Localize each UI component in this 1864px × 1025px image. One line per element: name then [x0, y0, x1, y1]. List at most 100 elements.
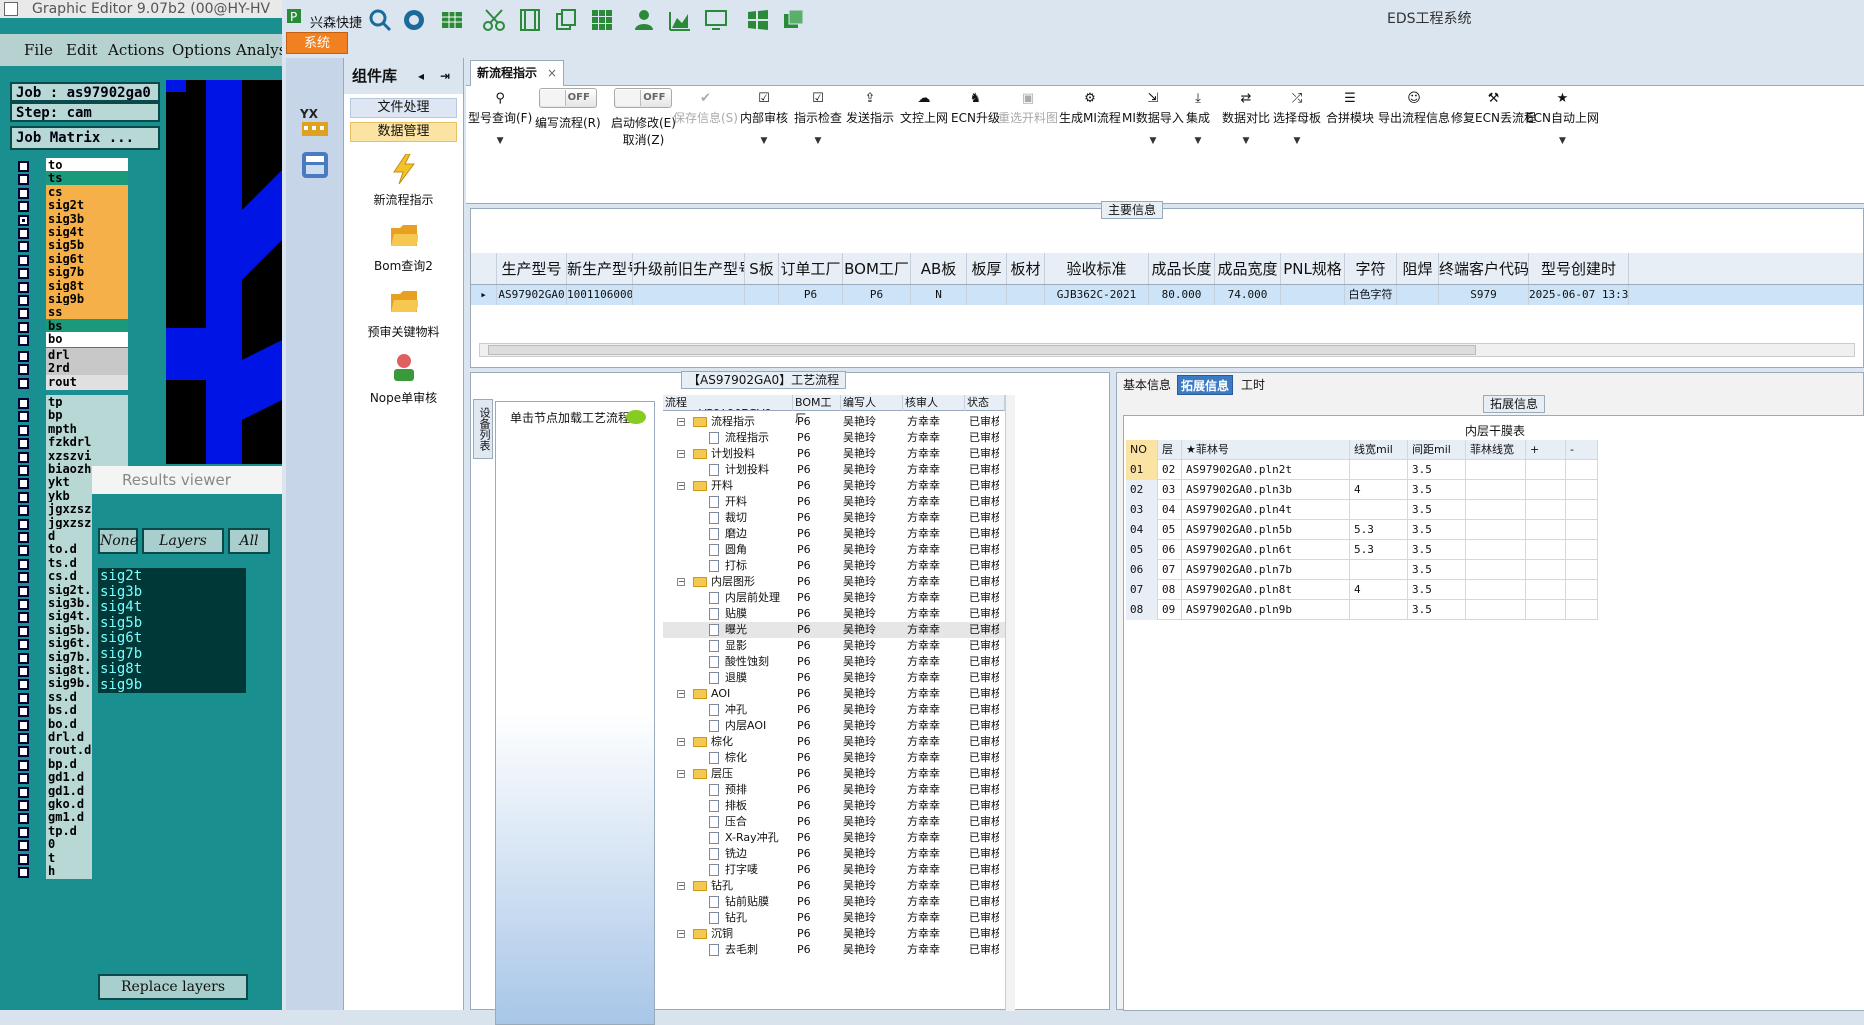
grid-cell[interactable]: 04 [1158, 500, 1182, 520]
layer-checkbox[interactable] [18, 800, 29, 811]
calculator-icon[interactable] [300, 150, 330, 180]
grid-column-header[interactable]: 间距mil [1408, 440, 1466, 460]
layer-checkbox[interactable] [18, 572, 29, 584]
close-icon[interactable]: × [547, 61, 557, 85]
grid-cell[interactable] [1526, 480, 1566, 500]
tree-row[interactable]: − 计划投料 P6 吴艳玲 方幸幸 已审核 [663, 446, 1005, 462]
grid-cell[interactable] [1466, 520, 1526, 540]
toggle-switch[interactable]: OFF [614, 88, 673, 108]
toggle-switch[interactable]: OFF [538, 88, 597, 108]
grid-cell[interactable] [1566, 500, 1598, 520]
grid-cell[interactable] [1350, 560, 1408, 580]
tree-row[interactable]: 贴膜 P6 吴艳玲 方幸幸 已审核 [663, 606, 1005, 622]
tab-basic-info[interactable]: 基本信息 [1121, 375, 1173, 395]
column-header[interactable]: 生产型号 [497, 253, 567, 284]
layer-checkbox[interactable] [18, 295, 29, 306]
layer-checkbox[interactable] [18, 438, 29, 450]
horizontal-scrollbar[interactable] [479, 343, 1855, 357]
chevron-down-icon[interactable]: ▼ [468, 136, 532, 146]
result-layer-item[interactable]: sig6t [98, 630, 246, 646]
tab-extended-info[interactable]: 拓展信息 [1177, 375, 1233, 395]
layer-checkbox[interactable] [18, 612, 29, 624]
new-flow-item[interactable]: 新流程指示 [344, 153, 463, 208]
film-icon[interactable] [518, 8, 542, 32]
grid-cell[interactable] [1526, 500, 1566, 520]
grid-column-header[interactable]: + [1526, 440, 1566, 460]
tree-row[interactable]: 裁切 P6 吴艳玲 方幸幸 已审核 [663, 510, 1005, 526]
tree-row[interactable]: 开料 P6 吴艳玲 方幸幸 已审核 [663, 494, 1005, 510]
windows-icon[interactable] [746, 8, 770, 32]
layer-checkbox[interactable] [18, 228, 29, 239]
grid-cell[interactable]: 05 [1126, 540, 1158, 560]
ribbon-button[interactable]: ✔ 保存信息(S) [673, 92, 738, 126]
layer-checkbox[interactable] [18, 585, 29, 597]
tree-row[interactable]: − 沉铜 P6 吴艳玲 方幸幸 已审核 [663, 926, 1005, 942]
grid-cell[interactable]: 08 [1126, 600, 1158, 620]
layer-checkbox[interactable] [18, 545, 29, 557]
layer-checkbox[interactable] [18, 719, 29, 731]
layer-checkbox[interactable] [18, 532, 29, 543]
layer-checkbox[interactable] [18, 840, 29, 852]
grid-cell[interactable]: 5.3 [1350, 520, 1408, 540]
grid-cell[interactable]: 3.5 [1408, 460, 1466, 480]
ribbon-button[interactable]: ☰ 合拼模块 [1326, 92, 1374, 126]
tree-row[interactable]: − AOI P6 吴艳玲 方幸幸 已审核 [663, 686, 1005, 702]
grid-cell[interactable]: 06 [1126, 560, 1158, 580]
grid-cell[interactable]: 3.5 [1408, 520, 1466, 540]
column-header[interactable]: PNL规格 [1281, 253, 1345, 284]
layer-checkbox[interactable] [18, 853, 29, 865]
menu-actions[interactable]: Actions [108, 41, 164, 59]
tree-row[interactable]: 酸性蚀刻 P6 吴艳玲 方幸幸 已审核 [663, 654, 1005, 670]
layer-checkbox[interactable] [18, 786, 29, 798]
column-header[interactable]: S板 [745, 253, 779, 284]
column-header[interactable]: 字符 [1345, 253, 1397, 284]
expand-icon[interactable]: − [677, 770, 685, 778]
tree-row[interactable]: 去毛刺 P6 吴艳玲 方幸幸 已审核 [663, 942, 1005, 958]
layer-row[interactable]: bo [14, 332, 132, 348]
ribbon-button[interactable]: OFF 启动修改(E) 取消(Z) [611, 88, 676, 148]
layer-checkbox[interactable] [18, 625, 29, 637]
grid-cell[interactable] [1350, 460, 1408, 480]
grid-cell[interactable]: 04 [1126, 520, 1158, 540]
ribbon-button[interactable]: ⤮ 选择母板 ▼ [1273, 92, 1321, 147]
layer-checkbox[interactable] [18, 652, 29, 664]
grid-cell[interactable] [1350, 600, 1408, 620]
layer-checkbox[interactable] [18, 335, 29, 347]
tree-row[interactable]: 计划投料 P6 吴艳玲 方幸幸 已审核 [663, 462, 1005, 478]
tree-row[interactable]: 退膜 P6 吴艳玲 方幸幸 已审核 [663, 670, 1005, 686]
column-header[interactable]: 验收标准 [1045, 253, 1149, 284]
tree-row[interactable]: 打字唛 P6 吴艳玲 方幸幸 已审核 [663, 862, 1005, 878]
equipment-tab[interactable]: 设备列表 [473, 399, 493, 459]
grid-row[interactable]: 01 02 AS97902GA0.pln2t 3.5 [1126, 460, 1598, 480]
layer-checkbox[interactable] [18, 214, 29, 226]
grid-cell[interactable] [1466, 500, 1526, 520]
tree-row[interactable]: 压合 P6 吴艳玲 方幸幸 已审核 [663, 814, 1005, 830]
result-layer-item[interactable]: sig4t [98, 599, 246, 615]
grid-row[interactable]: 03 04 AS97902GA0.pln4t 3.5 [1126, 500, 1598, 520]
grid-cell[interactable]: 03 [1158, 480, 1182, 500]
data-management-button[interactable]: 数据管理 [350, 122, 457, 142]
grid-cell[interactable] [1526, 580, 1566, 600]
table-cell[interactable]: 2025-06-07 13:34:09 [1529, 285, 1629, 305]
layer-checkbox[interactable] [18, 451, 29, 463]
grid-column-header[interactable]: 线宽mil [1350, 440, 1408, 460]
grid-cell[interactable] [1466, 600, 1526, 620]
grid-cell[interactable] [1526, 460, 1566, 480]
layer-checkbox[interactable] [18, 161, 29, 172]
tree-row[interactable]: 排板 P6 吴艳玲 方幸幸 已审核 [663, 798, 1005, 814]
table-cell[interactable]: 10011060006582 [567, 285, 633, 305]
column-header[interactable]: 阻焊 [1397, 253, 1439, 284]
grid-cell[interactable] [1466, 540, 1526, 560]
grid-cell[interactable]: AS97902GA0.pln7b [1182, 560, 1350, 580]
menu-edit[interactable]: Edit [66, 41, 97, 59]
layer-checkbox[interactable] [18, 254, 29, 266]
layer-checkbox[interactable] [18, 639, 29, 651]
ribbon-button[interactable]: ⚲ 型号查询(F) ▼ [468, 92, 532, 147]
tree-row[interactable]: 棕化 P6 吴艳玲 方幸幸 已审核 [663, 750, 1005, 766]
grid-cell[interactable]: 06 [1158, 540, 1182, 560]
grid-cell[interactable]: 01 [1126, 460, 1158, 480]
ribbon-button[interactable]: ⇪ 发送指示 [846, 92, 894, 126]
all-button[interactable]: All [228, 528, 270, 554]
factory-icon[interactable]: YX [300, 106, 330, 138]
grid-cell[interactable]: 5.3 [1350, 540, 1408, 560]
